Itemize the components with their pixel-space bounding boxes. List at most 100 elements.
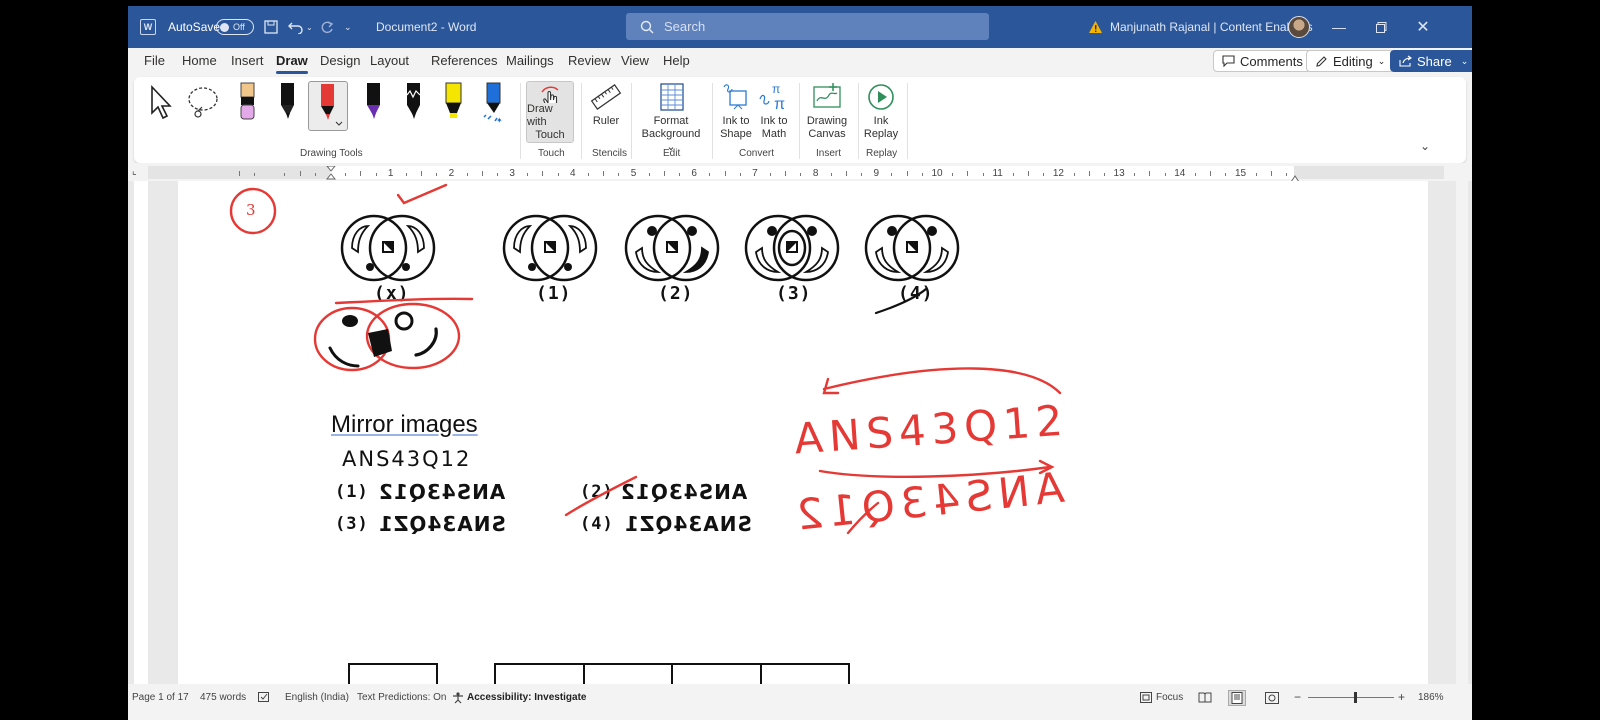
ruler-tick bbox=[542, 171, 544, 176]
user-name[interactable]: Manjunath Rajanal | Content Enablers bbox=[1110, 6, 1313, 48]
tab-mailings[interactable]: Mailings bbox=[506, 53, 554, 68]
ruler-button[interactable]: Ruler bbox=[590, 81, 622, 128]
focus-icon[interactable] bbox=[1140, 692, 1152, 706]
tab-file[interactable]: File bbox=[144, 53, 165, 68]
red-pen-selected[interactable] bbox=[308, 81, 348, 131]
close-icon[interactable]: ✕ bbox=[1402, 6, 1444, 48]
quick-access-customize-icon[interactable]: ⌄ bbox=[344, 6, 352, 48]
ruler-icon bbox=[590, 84, 622, 110]
ruler-tick bbox=[861, 173, 863, 176]
zoom-slider-handle[interactable] bbox=[1354, 692, 1357, 703]
drawing-canvas-line2: Canvas bbox=[808, 128, 846, 140]
ruler-tick bbox=[603, 171, 605, 176]
ruler-tick bbox=[1103, 173, 1105, 176]
minimize-icon[interactable]: — bbox=[1318, 6, 1360, 48]
accessibility-status[interactable]: Accessibility: Investigate bbox=[467, 692, 587, 703]
read-mode-icon[interactable] bbox=[1198, 692, 1212, 706]
ruler-tick bbox=[648, 173, 650, 176]
lasso-select-icon[interactable] bbox=[186, 85, 220, 126]
draw-with-touch-button[interactable]: Draw with Touch bbox=[526, 81, 574, 143]
ruler-tick bbox=[1210, 171, 1212, 176]
black-pen[interactable] bbox=[272, 81, 302, 125]
format-background-icon bbox=[660, 83, 684, 111]
ink-replay-button[interactable]: Ink Replay bbox=[862, 81, 900, 141]
tab-insert[interactable]: Insert bbox=[231, 53, 264, 68]
vertical-ruler[interactable] bbox=[134, 181, 148, 684]
tab-help[interactable]: Help bbox=[663, 53, 690, 68]
restore-icon[interactable] bbox=[1360, 6, 1402, 48]
ink-replay-line2: Replay bbox=[863, 128, 899, 140]
ruler-tick bbox=[1012, 173, 1014, 176]
text-predictions[interactable]: Text Predictions: On bbox=[357, 692, 446, 703]
editing-button[interactable]: Editing ⌄ bbox=[1306, 50, 1395, 72]
web-layout-icon[interactable] bbox=[1265, 692, 1279, 707]
ruler-tick bbox=[1255, 173, 1257, 176]
ruler-number: 7 bbox=[752, 168, 758, 179]
eraser-pen[interactable] bbox=[232, 81, 262, 125]
ruler-label: Ruler bbox=[592, 115, 620, 127]
zoom-slider[interactable] bbox=[1308, 697, 1394, 698]
zoom-in-icon[interactable]: + bbox=[1398, 690, 1405, 704]
word-window: W AutoSave Off ⌄ ⌄ Document2 - Word Sear… bbox=[128, 6, 1472, 720]
user-avatar[interactable] bbox=[1288, 6, 1310, 48]
zoom-out-icon[interactable]: − bbox=[1294, 690, 1301, 704]
ruler-tick bbox=[436, 173, 438, 176]
collapse-ribbon-icon[interactable]: ⌄ bbox=[1420, 139, 1430, 153]
yellow-highlighter[interactable] bbox=[438, 81, 468, 125]
ruler-tick bbox=[739, 173, 741, 176]
horizontal-ruler[interactable]: ⌞ 1 2 3 4 5 6 7 8 9 10 11 12 13 14 15 bbox=[128, 163, 1472, 183]
focus-mode[interactable]: Focus bbox=[1156, 692, 1183, 703]
next-question-box bbox=[348, 663, 438, 684]
accessibility-icon[interactable] bbox=[452, 692, 464, 707]
ink-to-math-line2: Math bbox=[761, 128, 787, 140]
proofing-icon[interactable] bbox=[258, 692, 270, 706]
print-layout-icon[interactable] bbox=[1228, 690, 1246, 706]
word-count[interactable]: 475 words bbox=[200, 692, 246, 703]
ruler-tick bbox=[466, 173, 468, 176]
warning-icon[interactable] bbox=[1088, 6, 1103, 48]
ink-to-shape-button[interactable]: Ink to Shape bbox=[718, 81, 754, 141]
zoom-level[interactable]: 186% bbox=[1418, 692, 1444, 703]
select-objects-icon[interactable] bbox=[148, 84, 178, 126]
ribbon-divider bbox=[520, 83, 521, 159]
tab-layout[interactable]: Layout bbox=[370, 53, 409, 68]
ink-tick bbox=[396, 183, 448, 205]
group-insert: Insert bbox=[816, 148, 842, 159]
tab-draw[interactable]: Draw bbox=[276, 53, 308, 74]
share-dropdown-icon[interactable]: ⌄ bbox=[1461, 56, 1469, 67]
galaxy-pen[interactable] bbox=[398, 81, 428, 125]
vertical-scrollbar[interactable] bbox=[1456, 181, 1468, 684]
ruler-tick bbox=[770, 173, 772, 176]
ink-arrow-top bbox=[822, 367, 1062, 395]
ruler-number: 11 bbox=[992, 168, 1003, 179]
tab-selector-icon[interactable]: ⌞ bbox=[132, 166, 137, 177]
ruler-tick bbox=[238, 171, 240, 176]
page-count[interactable]: Page 1 of 17 bbox=[132, 692, 189, 703]
ruler-tick bbox=[800, 173, 802, 176]
autosave-toggle[interactable]: Off bbox=[216, 6, 254, 48]
undo-dropdown-icon[interactable]: ⌄ bbox=[306, 6, 313, 48]
tab-design[interactable]: Design bbox=[320, 53, 360, 68]
redo-icon[interactable] bbox=[320, 6, 334, 48]
save-icon[interactable] bbox=[264, 6, 278, 48]
ruler-tick bbox=[830, 173, 832, 176]
tab-view[interactable]: View bbox=[621, 53, 649, 68]
ruler-tick bbox=[421, 171, 423, 176]
tab-review[interactable]: Review bbox=[568, 53, 611, 68]
format-background-button[interactable]: Format Background ⌄ bbox=[636, 81, 706, 154]
group-convert: Convert bbox=[739, 148, 775, 159]
tab-home[interactable]: Home bbox=[182, 53, 217, 68]
language[interactable]: English (India) bbox=[285, 692, 349, 703]
search-box[interactable]: Search bbox=[626, 13, 989, 40]
action-pen[interactable]: ✦ bbox=[478, 81, 508, 125]
purple-pen[interactable] bbox=[358, 81, 388, 125]
share-button[interactable]: Share ⌄ bbox=[1390, 50, 1472, 72]
document-page[interactable]: (x) (1) (2) (3) (4) Mirror images ANS43Q… bbox=[178, 181, 1428, 684]
ink-to-math-button[interactable]: ππ Ink to Math bbox=[756, 81, 792, 141]
group-stencils: Stencils bbox=[592, 148, 628, 159]
drawing-canvas-button[interactable]: Drawing Canvas bbox=[804, 81, 850, 141]
comments-button[interactable]: Comments bbox=[1213, 50, 1312, 72]
undo-icon[interactable] bbox=[288, 6, 304, 48]
tab-references[interactable]: References bbox=[431, 53, 497, 68]
ruler-tick bbox=[1028, 171, 1030, 176]
